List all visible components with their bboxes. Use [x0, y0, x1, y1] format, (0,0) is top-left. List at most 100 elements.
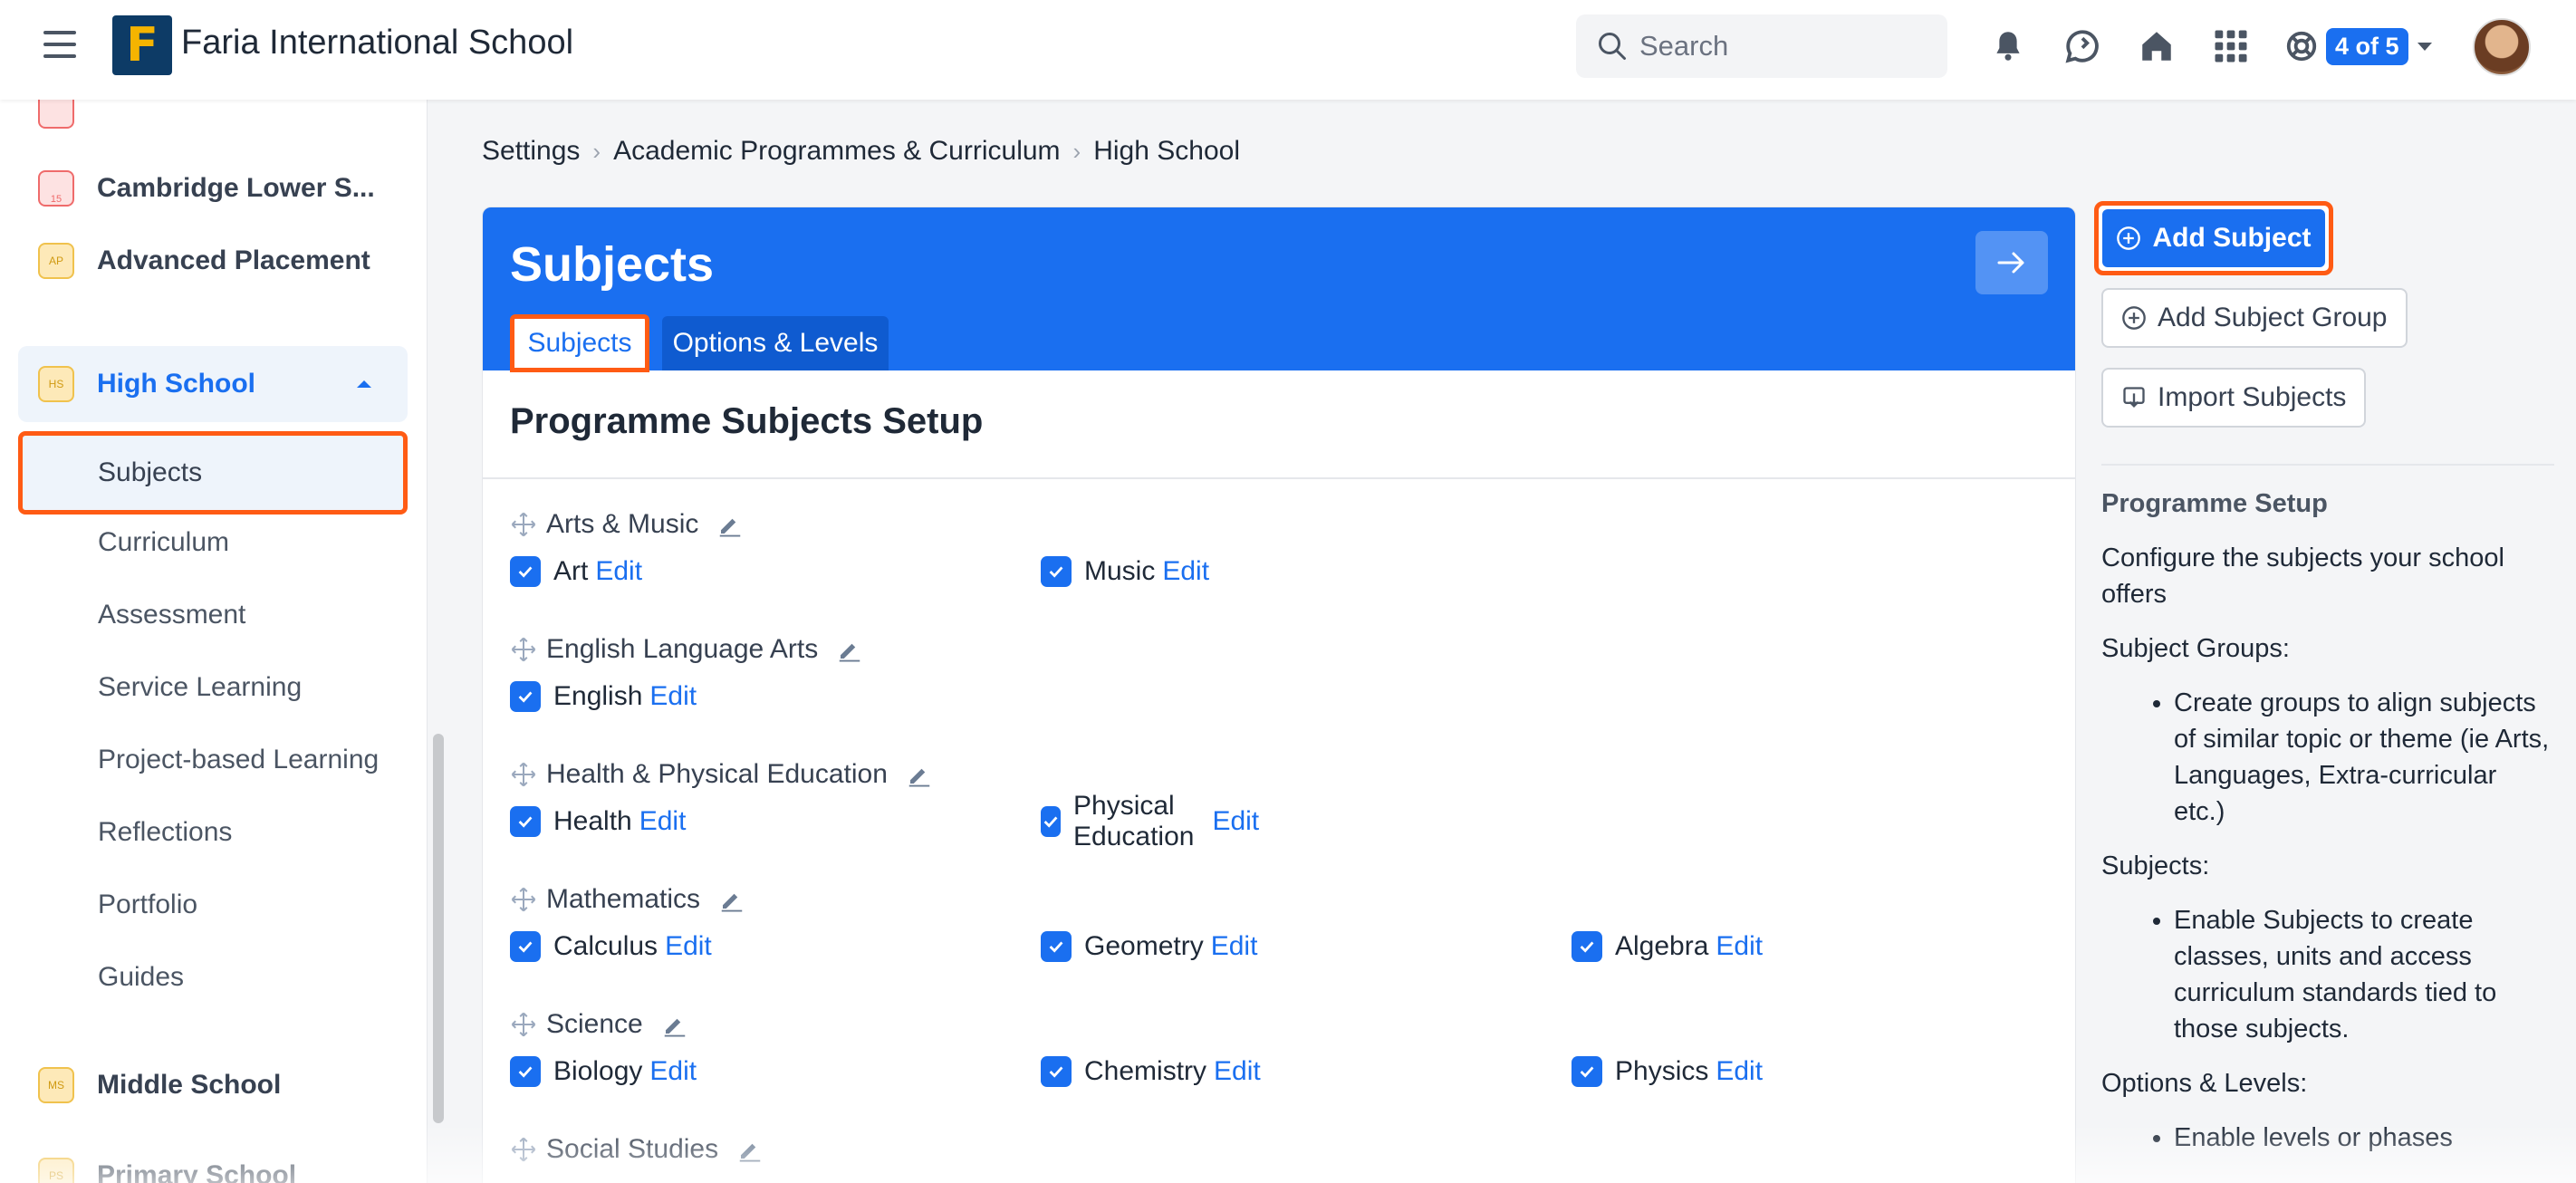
calendar-icon: 15 [38, 170, 74, 207]
chat-icon[interactable] [2063, 27, 2101, 65]
checkbox-art[interactable] [510, 556, 541, 587]
group-name: Health & Physical Education [546, 759, 888, 789]
sidebar-subitem-project-based-learning[interactable]: Project-based Learning [18, 725, 408, 795]
add-subject-button[interactable]: Add Subject [2094, 201, 2333, 275]
sidebar-item-primary-school[interactable]: PS Primary School [18, 1138, 408, 1183]
check-icon [518, 941, 533, 953]
drag-handle-icon[interactable] [510, 511, 537, 538]
bell-icon[interactable] [1989, 27, 2027, 65]
edit-link[interactable]: Edit [1212, 806, 1259, 837]
sidebar-subitem-curriculum[interactable]: Curriculum [18, 507, 408, 578]
sidebar-subitem-assessment[interactable]: Assessment [18, 580, 408, 650]
checkbox-physics[interactable] [1572, 1056, 1602, 1087]
subject-group-english: English Language Arts English Edit [510, 631, 863, 718]
edit-link[interactable]: Edit [1211, 931, 1258, 962]
subject-biology: Biology Edit [510, 1050, 697, 1093]
group-name: Science [546, 1009, 643, 1039]
home-icon[interactable] [2138, 27, 2176, 65]
avatar[interactable] [2473, 18, 2531, 76]
pencil-icon[interactable] [906, 761, 933, 788]
group-name: Social Studies [546, 1134, 719, 1164]
sidebar-item-advanced-placement[interactable]: AP Advanced Placement [18, 223, 408, 299]
check-icon [1043, 816, 1058, 828]
tab-options-levels[interactable]: Options & Levels [662, 316, 889, 370]
sidebar-subitem-reflections[interactable]: Reflections [18, 797, 408, 868]
pencil-icon[interactable] [718, 886, 745, 913]
lifebuoy-icon [2286, 31, 2317, 62]
checkbox-english[interactable] [510, 681, 541, 712]
chevron-right-icon: › [592, 137, 601, 165]
drag-handle-icon[interactable] [510, 1011, 537, 1038]
drag-handle-icon[interactable] [510, 1136, 537, 1163]
sidebar-subitem-guides[interactable]: Guides [18, 942, 408, 1013]
search-box[interactable] [1576, 14, 1947, 78]
edit-link[interactable]: Edit [665, 931, 712, 962]
checkbox-calculus[interactable] [510, 931, 541, 962]
edit-link[interactable]: Edit [649, 681, 697, 712]
sidebar-subitem-portfolio[interactable]: Portfolio [18, 870, 408, 940]
list-item: Create groups to align subjects of simil… [2174, 685, 2554, 830]
sidebar-scrollbar[interactable] [433, 734, 444, 1123]
programme-switcher[interactable]: 4 of 5 [2284, 25, 2432, 67]
top-bar: F Faria International School 4 of 5 [0, 0, 2576, 100]
sidebar-subitem-subjects[interactable]: Subjects [18, 431, 408, 515]
edit-link[interactable]: Edit [1162, 556, 1209, 587]
sidebar-item-high-school[interactable]: HS High School [18, 346, 408, 422]
check-icon [1049, 566, 1063, 578]
checkbox-physical-education[interactable] [1041, 806, 1061, 837]
drag-handle-icon[interactable] [510, 636, 537, 663]
checkbox-chemistry[interactable] [1041, 1056, 1072, 1087]
add-subject-group-button[interactable]: Add Subject Group [2101, 288, 2408, 348]
edit-link[interactable]: Edit [595, 556, 642, 587]
import-icon [2123, 387, 2145, 408]
pencil-icon[interactable] [836, 636, 863, 663]
check-icon [518, 816, 533, 828]
edit-link[interactable]: Edit [1214, 1056, 1261, 1087]
subject-english: English Edit [510, 675, 697, 718]
subject-group-science: Science Biology Edit Chemistry Edit Phys… [510, 1006, 1763, 1093]
help-heading: Programme Setup [2101, 489, 2328, 518]
page-title: Subjects [510, 237, 715, 292]
menu-icon[interactable] [43, 31, 76, 63]
checkbox-music[interactable] [1041, 556, 1072, 587]
chevron-right-icon: › [1072, 137, 1081, 165]
check-icon [1580, 1066, 1594, 1078]
checkbox-health[interactable] [510, 806, 541, 837]
count-badge: 4 of 5 [2326, 27, 2408, 65]
sidebar-item-middle-school[interactable]: MS Middle School [18, 1047, 408, 1123]
subject-group-social-studies: Social Studies [510, 1131, 764, 1168]
drag-handle-icon[interactable] [510, 761, 537, 788]
sidebar: 15 Cambridge Lower S... AP Advanced Plac… [0, 100, 428, 1183]
chevron-down-icon [2417, 42, 2432, 51]
subject-music: Music Edit [1041, 550, 1209, 593]
edit-link[interactable]: Edit [639, 806, 687, 837]
sidebar-item-cambridge-lower[interactable]: 15 Cambridge Lower S... [18, 150, 408, 226]
tab-subjects[interactable]: Subjects [510, 314, 649, 372]
breadcrumb: Settings › Academic Programmes & Curricu… [482, 136, 1240, 167]
drag-handle-icon[interactable] [510, 886, 537, 913]
import-subjects-button[interactable]: Import Subjects [2101, 368, 2367, 428]
sidebar-item-partial[interactable] [18, 100, 408, 149]
school-logo[interactable]: F [112, 15, 172, 75]
collapse-panel-button[interactable] [1975, 231, 2048, 294]
edit-link[interactable]: Edit [1716, 931, 1763, 962]
plus-circle-icon [2122, 306, 2146, 330]
breadcrumb-settings[interactable]: Settings [482, 136, 580, 167]
pencil-icon[interactable] [661, 1011, 688, 1038]
breadcrumb-high-school: High School [1093, 136, 1240, 166]
check-icon [1049, 1066, 1063, 1078]
checkbox-algebra[interactable] [1572, 931, 1602, 962]
apps-grid-icon[interactable] [2212, 27, 2250, 65]
breadcrumb-academic-programmes[interactable]: Academic Programmes & Curriculum [613, 136, 1060, 167]
checkbox-geometry[interactable] [1041, 931, 1072, 962]
arrow-right-icon [1997, 252, 2024, 274]
search-input[interactable] [1639, 27, 1929, 65]
edit-link[interactable]: Edit [1716, 1056, 1763, 1087]
sidebar-subitem-service-learning[interactable]: Service Learning [18, 652, 408, 723]
pencil-icon[interactable] [736, 1136, 764, 1163]
edit-link[interactable]: Edit [649, 1056, 697, 1087]
pencil-icon[interactable] [716, 511, 744, 538]
subject-calculus: Calculus Edit [510, 925, 712, 968]
checkbox-biology[interactable] [510, 1056, 541, 1087]
subject-group-arts-music: Arts & Music Art Edit Music Edit [510, 506, 1209, 593]
